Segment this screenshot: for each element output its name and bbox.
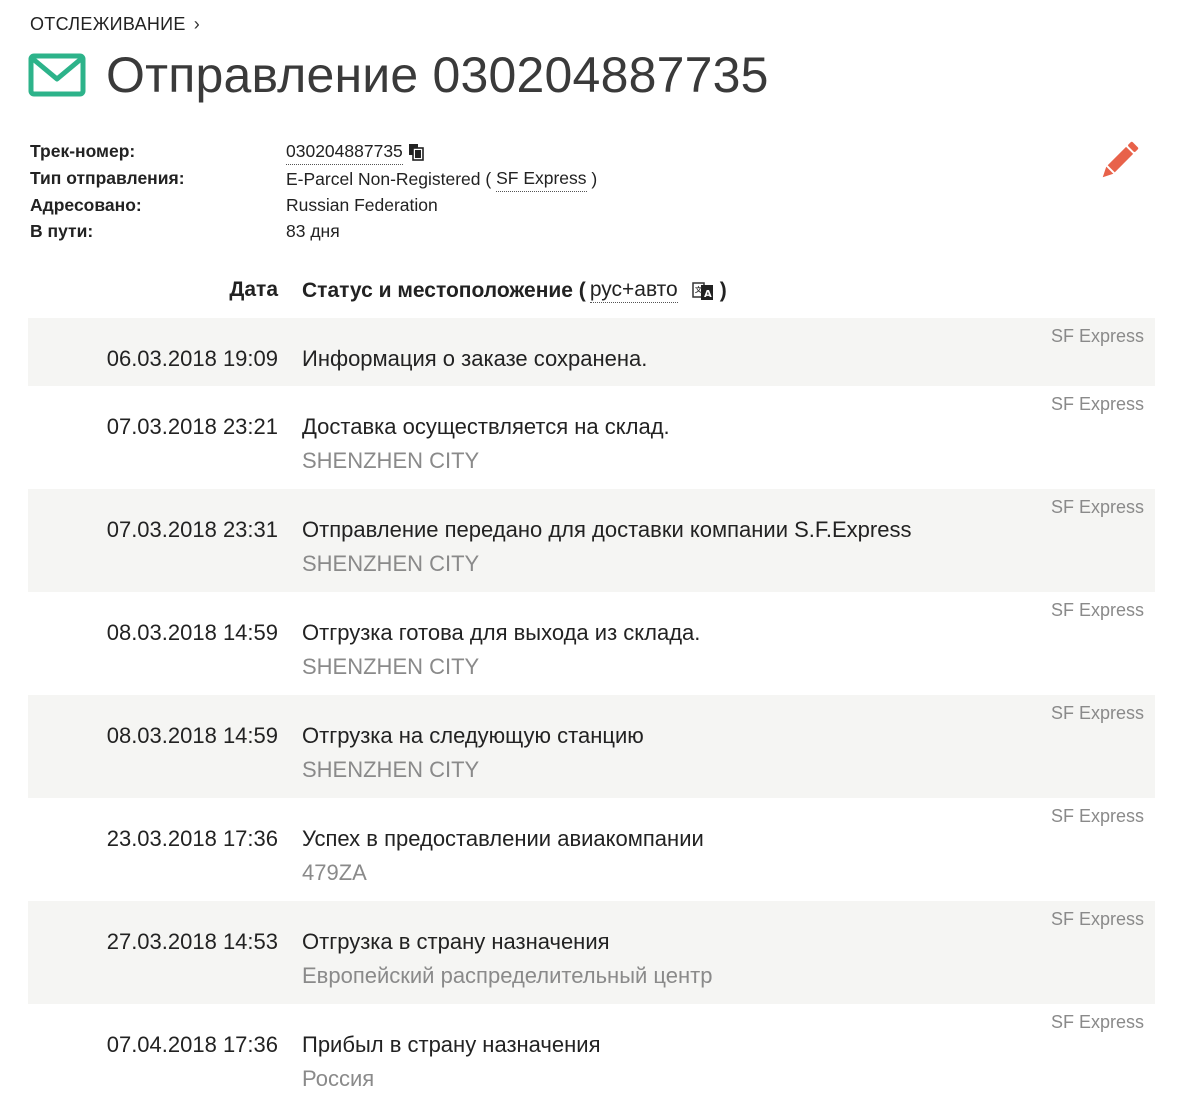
event-date: 08.03.2018 14:59: [106, 723, 278, 748]
track-label: Трек-номер:: [30, 141, 136, 161]
address-value: Russian Federation: [286, 195, 438, 215]
event-status: Отгрузка готова для выхода из склада.: [302, 620, 701, 645]
event-row: 23.03.2018 17:36 Успех в предоставлении а…: [28, 798, 1155, 901]
info-row-address: Адресовано: Russian Federation: [30, 192, 597, 218]
info-row-type: Тип отправления: E-Parcel Non-Registered…: [30, 165, 597, 192]
event-carrier: SF Express: [1050, 326, 1144, 346]
status-column-header: Статус и местоположение ( рус+авто A 文 ): [302, 278, 727, 303]
envelope-icon: [28, 53, 86, 97]
event-status: Успех в предоставлении авиакомпании: [302, 826, 704, 851]
event-carrier: SF Express: [1050, 600, 1144, 620]
svg-text:文: 文: [695, 285, 703, 294]
title-row: Отправление 030204887735: [28, 42, 769, 108]
event-row: 08.03.2018 14:59 Отгрузка на следующую ст…: [28, 695, 1155, 798]
copy-icon[interactable]: [407, 143, 425, 161]
info-row-transit: В пути: 83 дня: [30, 218, 597, 244]
chevron-right-icon: ›: [193, 14, 201, 34]
event-carrier: SF Express: [1050, 497, 1144, 517]
event-status: Прибыл в страну назначения: [302, 1032, 601, 1057]
event-location: SHENZHEN CITY: [302, 448, 480, 473]
event-row: 07.04.2018 17:36 Прибыл в страну назначен…: [28, 1004, 1155, 1107]
status-header-label: Статус и местоположение (: [302, 278, 586, 302]
event-row: 27.03.2018 14:53 Отгрузка в страну назнач…: [28, 901, 1155, 1004]
event-date: 07.03.2018 23:31: [106, 517, 278, 542]
event-status: Отгрузка в страну назначения: [302, 929, 610, 954]
event-status: Доставка осуществляется на склад.: [302, 414, 670, 439]
event-date: 06.03.2018 19:09: [106, 346, 278, 371]
svg-text:A: A: [704, 289, 712, 300]
event-carrier: SF Express: [1050, 909, 1144, 929]
type-value: E-Parcel Non-Registered (: [286, 168, 492, 189]
event-date: 07.03.2018 23:21: [106, 414, 278, 439]
event-date: 07.04.2018 17:36: [106, 1032, 278, 1057]
event-status: Отгрузка на следующую станцию: [302, 723, 644, 748]
page-title: Отправление 030204887735: [106, 47, 769, 103]
event-row: 07.03.2018 23:21 Доставка осуществляется …: [28, 386, 1155, 489]
carrier-link[interactable]: SF Express: [496, 165, 587, 192]
event-location: 479ZA: [302, 860, 367, 885]
pencil-icon[interactable]: [1096, 138, 1142, 184]
transit-value: 83 дня: [286, 221, 340, 241]
event-status: Информация о заказе сохранена.: [302, 346, 648, 371]
shipment-info: Трек-номер: 030204887735 Тип отправления…: [30, 138, 597, 244]
event-row: 06.03.2018 19:09 Информация о заказе сохр…: [28, 318, 1155, 386]
track-number-link[interactable]: 030204887735: [286, 138, 403, 165]
event-carrier: SF Express: [1050, 806, 1144, 826]
event-row: 07.03.2018 23:31 Отправление передано для…: [28, 489, 1155, 592]
transit-label: В пути:: [30, 221, 94, 241]
event-location: Европейский распределительный центр: [302, 963, 713, 988]
event-date: 27.03.2018 14:53: [106, 929, 278, 954]
event-carrier: SF Express: [1050, 703, 1144, 723]
event-carrier: SF Express: [1050, 394, 1144, 414]
event-location: SHENZHEN CITY: [302, 654, 480, 679]
info-row-track: Трек-номер: 030204887735: [30, 138, 597, 165]
events-table-header: Дата Статус и местоположение ( рус+авто …: [28, 274, 1155, 308]
date-column-header: Дата: [229, 278, 278, 301]
event-carrier: SF Express: [1050, 1012, 1144, 1032]
events-list: 06.03.2018 19:09 Информация о заказе сохр…: [28, 318, 1155, 1107]
breadcrumb-tracking-link[interactable]: ОТСЛЕЖИВАНИЕ: [30, 14, 186, 35]
event-location: Россия: [302, 1066, 375, 1091]
event-row: 08.03.2018 14:59 Отгрузка готова для выхо…: [28, 592, 1155, 695]
breadcrumb[interactable]: ОТСЛЕЖИВАНИЕ ›: [30, 14, 200, 35]
type-label: Тип отправления:: [30, 168, 185, 188]
event-location: SHENZHEN CITY: [302, 551, 480, 576]
event-status: Отправление передано для доставки компан…: [302, 517, 912, 542]
status-header-close: ): [719, 278, 727, 302]
type-suffix: ): [591, 168, 598, 189]
event-date: 23.03.2018 17:36: [106, 826, 278, 851]
address-label: Адресовано:: [30, 195, 142, 215]
event-date: 08.03.2018 14:59: [106, 620, 278, 645]
language-mode-link[interactable]: рус+авто: [589, 278, 678, 303]
event-location: SHENZHEN CITY: [302, 757, 480, 782]
translate-icon[interactable]: A 文: [691, 280, 714, 302]
